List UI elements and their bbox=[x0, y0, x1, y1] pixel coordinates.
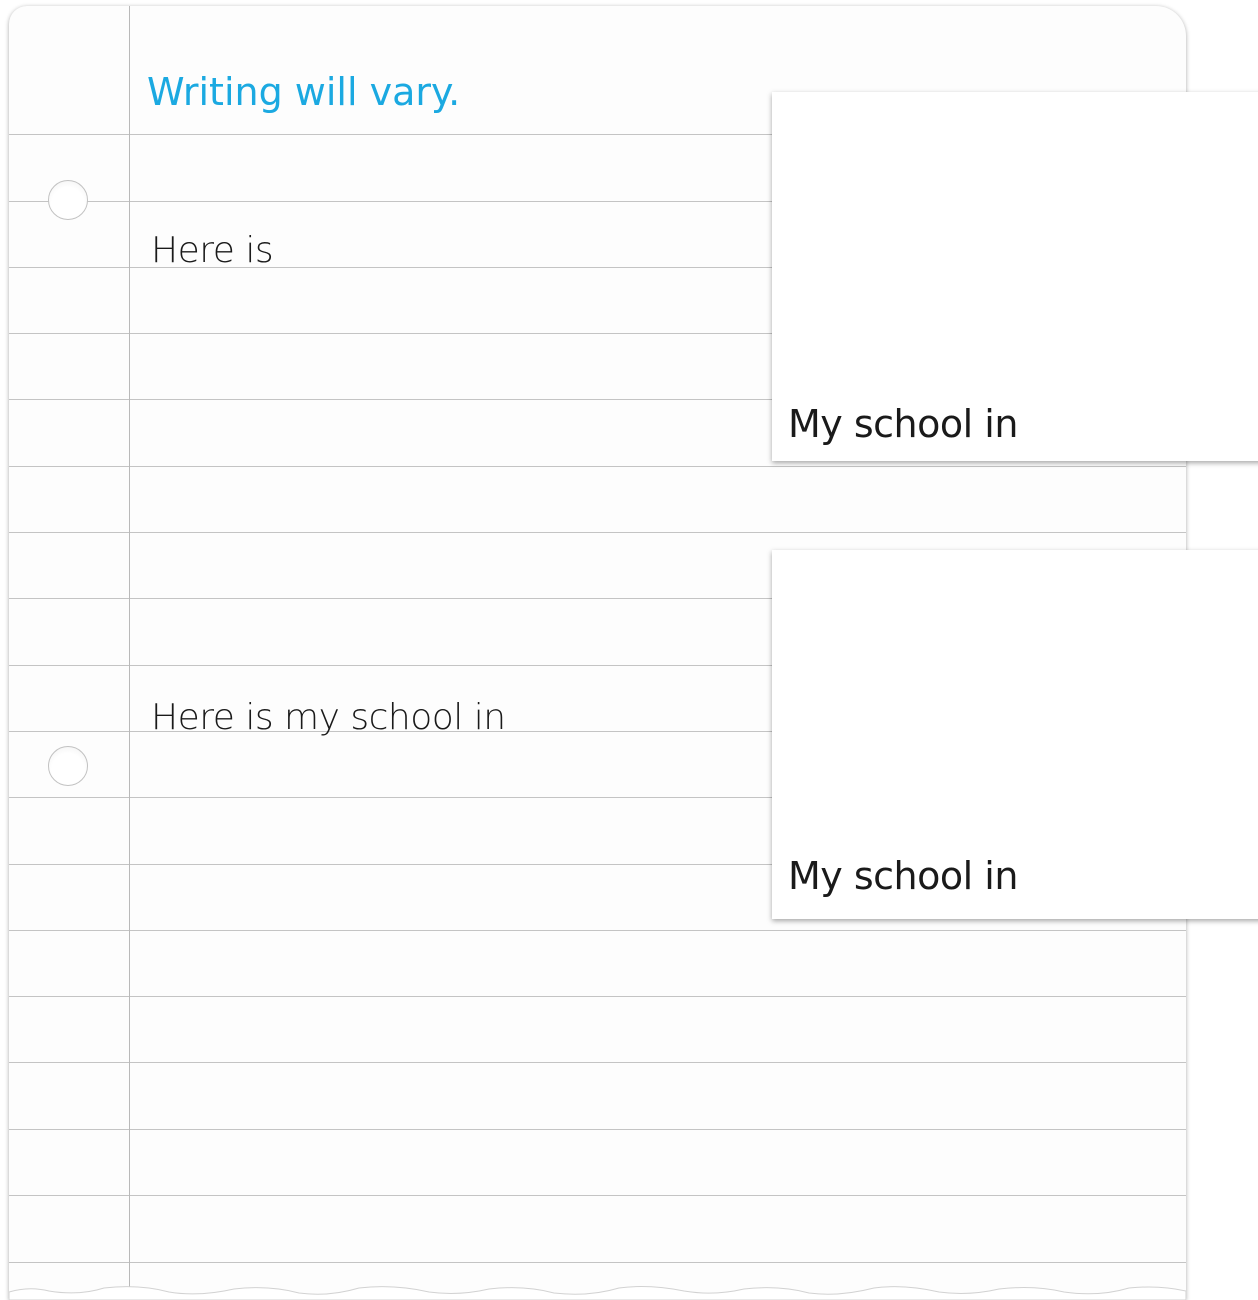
binder-hole-top bbox=[48, 180, 88, 220]
ruled-line bbox=[9, 532, 1186, 533]
worksheet-page: Writing will vary. Here is Here is my sc… bbox=[0, 0, 1258, 1300]
ruled-line bbox=[9, 1262, 1186, 1263]
ruled-line bbox=[9, 1062, 1186, 1063]
answer-note: Writing will vary. bbox=[147, 70, 461, 114]
card-caption: My school in bbox=[788, 854, 1018, 898]
ruled-line bbox=[9, 466, 1186, 467]
ruled-line bbox=[9, 996, 1186, 997]
torn-edge bbox=[9, 1286, 1186, 1300]
ruled-line bbox=[9, 930, 1186, 931]
sentence-prompt-1: Here is bbox=[151, 230, 274, 271]
ruled-line bbox=[9, 1129, 1186, 1130]
sentence-prompt-2: Here is my school in bbox=[151, 697, 506, 738]
margin-line bbox=[129, 6, 130, 1300]
card-caption: My school in bbox=[788, 402, 1018, 446]
binder-hole-bottom bbox=[48, 746, 88, 786]
ruled-line bbox=[9, 1195, 1186, 1196]
drawing-card-2: My school in bbox=[772, 550, 1258, 919]
drawing-card-1: My school in bbox=[772, 92, 1258, 461]
